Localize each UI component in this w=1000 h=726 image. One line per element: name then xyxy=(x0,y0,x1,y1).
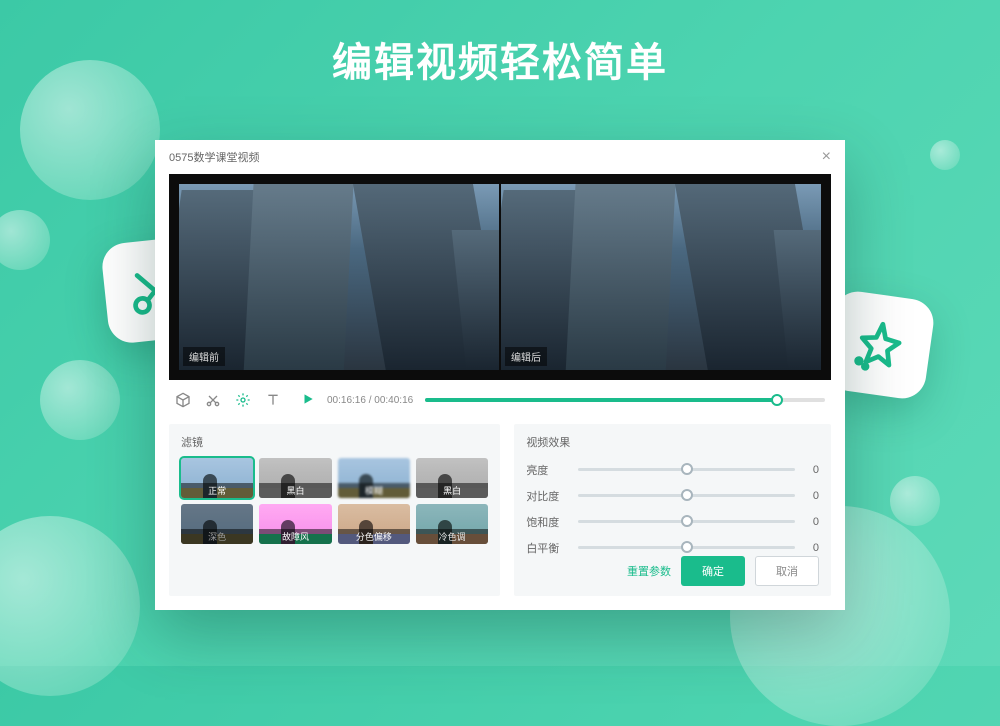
slider-value: 0 xyxy=(805,464,819,476)
editor-header: 0575数学课堂视频 × xyxy=(155,140,845,174)
preview-before: 编辑前 xyxy=(179,184,499,371)
slider-handle[interactable] xyxy=(681,463,693,475)
close-icon[interactable]: × xyxy=(822,148,831,166)
preview-pane: 编辑前 编辑后 xyxy=(169,174,831,381)
effects-title: 视频效果 xyxy=(526,434,819,450)
hero-title: 编辑视频轻松简单 xyxy=(0,30,1000,88)
filter-thumb[interactable]: 黑白 xyxy=(416,458,488,498)
decorative-bubble xyxy=(0,210,50,270)
cut-icon[interactable] xyxy=(205,392,221,408)
slider-row: 对比度 0 xyxy=(526,488,819,504)
filters-title: 滤镜 xyxy=(181,434,488,450)
file-title: 0575数学课堂视频 xyxy=(169,149,259,165)
progress-bar[interactable] xyxy=(425,398,825,402)
filter-label: 故障风 xyxy=(259,529,331,544)
preview-before-label: 编辑前 xyxy=(183,347,225,366)
confirm-button[interactable]: 确定 xyxy=(681,556,745,586)
slider-label: 饱和度 xyxy=(526,514,568,530)
playback-time: 00:16:16 / 00:40:16 xyxy=(327,395,413,406)
decorative-bubble xyxy=(40,360,120,440)
reset-link[interactable]: 重置参数 xyxy=(627,563,671,579)
filter-thumb[interactable]: 黑白 xyxy=(259,458,331,498)
slider-label: 白平衡 xyxy=(526,540,568,556)
effects-panel: 视频效果 亮度 0 对比度 0 饱和度 0 白平衡 0 重置参数 确定 取消 xyxy=(514,424,831,596)
filter-label: 模糊 xyxy=(338,483,410,498)
filters-panel: 滤镜 正常黑白模糊黑白深色故障风分色偏移冷色调 xyxy=(169,424,500,596)
preview-after: 编辑后 xyxy=(501,184,821,371)
cube-icon[interactable] xyxy=(175,392,191,408)
slider-track[interactable] xyxy=(578,468,795,471)
filter-thumb[interactable]: 正常 xyxy=(181,458,253,498)
slider-label: 对比度 xyxy=(526,488,568,504)
progress-handle[interactable] xyxy=(771,394,783,406)
slider-row: 白平衡 0 xyxy=(526,540,819,556)
filter-thumb[interactable]: 故障风 xyxy=(259,504,331,544)
slider-value: 0 xyxy=(805,490,819,502)
preview-after-label: 编辑后 xyxy=(505,347,547,366)
filter-thumb[interactable]: 模糊 xyxy=(338,458,410,498)
playback-controls: 00:16:16 / 00:40:16 xyxy=(169,380,831,420)
filter-thumb[interactable]: 分色偏移 xyxy=(338,504,410,544)
filter-label: 黑白 xyxy=(259,483,331,498)
text-icon[interactable] xyxy=(265,392,281,408)
filter-label: 深色 xyxy=(181,529,253,544)
slider-row: 饱和度 0 xyxy=(526,514,819,530)
filter-thumb[interactable]: 深色 xyxy=(181,504,253,544)
filter-label: 黑白 xyxy=(416,483,488,498)
slider-handle[interactable] xyxy=(681,541,693,553)
magic-star-icon xyxy=(848,313,911,376)
filter-thumb[interactable]: 冷色调 xyxy=(416,504,488,544)
slider-value: 0 xyxy=(805,542,819,554)
slider-label: 亮度 xyxy=(526,462,568,478)
slider-handle[interactable] xyxy=(681,489,693,501)
slider-track[interactable] xyxy=(578,546,795,549)
play-button[interactable] xyxy=(301,392,315,409)
slider-track[interactable] xyxy=(578,494,795,497)
filter-label: 分色偏移 xyxy=(338,529,410,544)
filter-label: 冷色调 xyxy=(416,529,488,544)
video-editor-window: 0575数学课堂视频 × 编辑前 编辑后 xyxy=(155,140,845,610)
cancel-button[interactable]: 取消 xyxy=(755,556,819,586)
slider-row: 亮度 0 xyxy=(526,462,819,478)
slider-track[interactable] xyxy=(578,520,795,523)
slider-handle[interactable] xyxy=(681,515,693,527)
decorative-bubble xyxy=(0,516,140,696)
effects-icon[interactable] xyxy=(235,392,251,408)
decorative-bubble xyxy=(890,476,940,526)
decorative-bubble xyxy=(930,140,960,170)
filter-label: 正常 xyxy=(181,483,253,498)
slider-value: 0 xyxy=(805,516,819,528)
